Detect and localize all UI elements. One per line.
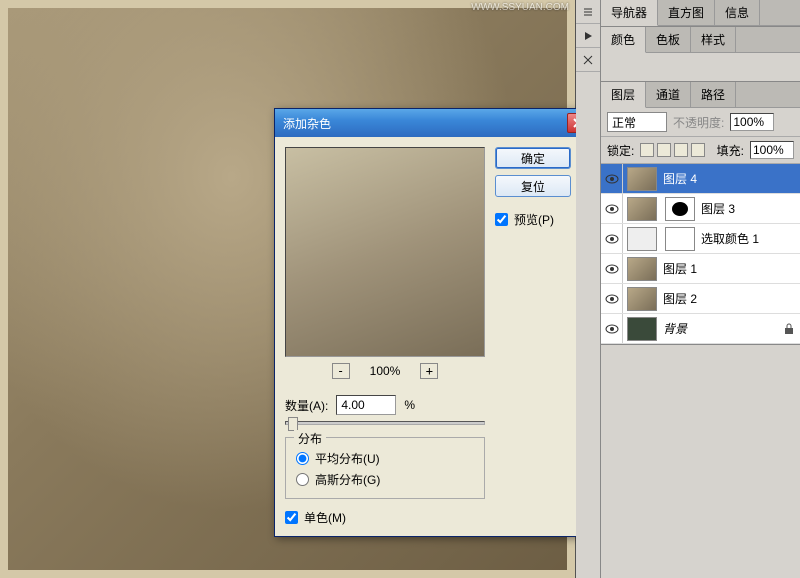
- layer-thumbnail[interactable]: [627, 227, 657, 251]
- mono-checkbox[interactable]: 单色(M): [285, 509, 485, 526]
- eye-icon[interactable]: [601, 284, 623, 313]
- tab-color[interactable]: 颜色: [601, 27, 646, 53]
- preview-image[interactable]: [285, 147, 485, 357]
- cancel-button[interactable]: 复位: [495, 175, 571, 197]
- zoom-in-button[interactable]: +: [420, 363, 438, 379]
- layer-list: 图层 4 图层 3 选取颜色 1 图层 1 图层 2 背景: [601, 164, 800, 344]
- tab-swatch[interactable]: 色板: [646, 27, 691, 52]
- blend-mode-select[interactable]: 正常: [607, 112, 667, 132]
- tab-paths[interactable]: 路径: [691, 82, 736, 107]
- layer-mask-thumbnail[interactable]: [665, 227, 695, 251]
- amount-label: 数量(A):: [285, 397, 328, 414]
- tab-style[interactable]: 样式: [691, 27, 736, 52]
- tab-layers[interactable]: 图层: [601, 82, 646, 108]
- navigator-panel: 导航器 直方图 信息: [601, 0, 800, 27]
- uniform-radio-input[interactable]: [296, 452, 309, 465]
- play-icon: [583, 31, 593, 41]
- layer-thumbnail[interactable]: [627, 197, 657, 221]
- crossed-tools-icon: [582, 54, 594, 66]
- lock-transparency-button[interactable]: [640, 143, 654, 157]
- eye-icon[interactable]: [601, 254, 623, 283]
- layer-name-label[interactable]: 图层 4: [661, 170, 800, 187]
- opacity-label: 不透明度:: [673, 114, 724, 131]
- dialog-titlebar[interactable]: 添加杂色: [275, 109, 593, 137]
- lock-pixels-button[interactable]: [657, 143, 671, 157]
- preview-checkbox-input[interactable]: [495, 213, 508, 226]
- layer-name-label[interactable]: 图层 2: [661, 290, 800, 307]
- opacity-input[interactable]: [730, 113, 774, 131]
- ok-button[interactable]: 确定: [495, 147, 571, 169]
- layer-row[interactable]: 图层 3: [601, 194, 800, 224]
- lock-position-button[interactable]: [674, 143, 688, 157]
- layer-row[interactable]: 背景: [601, 314, 800, 344]
- gaussian-radio-input[interactable]: [296, 473, 309, 486]
- dialog-title: 添加杂色: [283, 115, 567, 132]
- layer-name-label[interactable]: 背景: [661, 320, 784, 337]
- layer-thumbnail[interactable]: [627, 167, 657, 191]
- layer-row[interactable]: 选取颜色 1: [601, 224, 800, 254]
- tab-channels[interactable]: 通道: [646, 82, 691, 107]
- lock-all-button[interactable]: [691, 143, 705, 157]
- tool-options-button[interactable]: [576, 48, 600, 72]
- layer-thumbnail[interactable]: [627, 257, 657, 281]
- layer-row[interactable]: 图层 2: [601, 284, 800, 314]
- lock-label: 锁定:: [607, 142, 634, 159]
- watermark: WWW.SSYUAN.COM: [471, 2, 569, 13]
- amount-input[interactable]: [336, 395, 396, 415]
- fill-label: 填充:: [717, 142, 744, 159]
- amount-slider[interactable]: [285, 421, 485, 425]
- tab-navigator[interactable]: 导航器: [601, 0, 658, 26]
- layers-panel: 图层 通道 路径 正常 不透明度: 锁定: 填充: 图层 4 图层 3 选取颜色 1…: [601, 82, 800, 345]
- eye-icon[interactable]: [601, 224, 623, 253]
- layer-row[interactable]: 图层 4: [601, 164, 800, 194]
- color-panel: 颜色 色板 样式: [601, 27, 800, 82]
- layer-thumbnail[interactable]: [627, 317, 657, 341]
- zoom-out-button[interactable]: -: [332, 363, 350, 379]
- tab-histogram[interactable]: 直方图: [658, 0, 715, 25]
- layer-mask-thumbnail[interactable]: [665, 197, 695, 221]
- tab-info[interactable]: 信息: [715, 0, 760, 25]
- expand-button[interactable]: [576, 0, 600, 24]
- slider-thumb[interactable]: [288, 417, 298, 431]
- amount-unit: %: [404, 398, 415, 412]
- eye-icon[interactable]: [601, 194, 623, 223]
- layer-thumbnail[interactable]: [627, 287, 657, 311]
- preview-checkbox[interactable]: 预览(P): [495, 211, 571, 228]
- lock-icon: [784, 323, 794, 335]
- gaussian-radio[interactable]: 高斯分布(G): [296, 471, 474, 488]
- uniform-radio[interactable]: 平均分布(U): [296, 450, 474, 467]
- layer-name-label[interactable]: 选取颜色 1: [699, 230, 800, 247]
- fill-input[interactable]: [750, 141, 794, 159]
- play-button[interactable]: [576, 24, 600, 48]
- layer-row[interactable]: 图层 1: [601, 254, 800, 284]
- eye-icon[interactable]: [601, 314, 623, 343]
- collapsed-tool-column: [576, 0, 601, 578]
- mono-checkbox-input[interactable]: [285, 511, 298, 524]
- right-panel-group: 导航器 直方图 信息 颜色 色板 样式 图层 通道 路径 正常 不透明度: 锁定…: [600, 0, 800, 578]
- distribution-legend: 分布: [294, 430, 326, 447]
- distribution-fieldset: 分布 平均分布(U) 高斯分布(G): [285, 437, 485, 499]
- layer-name-label[interactable]: 图层 3: [699, 200, 800, 217]
- eye-icon[interactable]: [601, 164, 623, 193]
- layer-name-label[interactable]: 图层 1: [661, 260, 800, 277]
- add-noise-dialog: 添加杂色 - 100% + 数量(A): % 分布: [274, 108, 594, 537]
- zoom-percent: 100%: [370, 364, 401, 378]
- arrows-icon: [582, 6, 594, 18]
